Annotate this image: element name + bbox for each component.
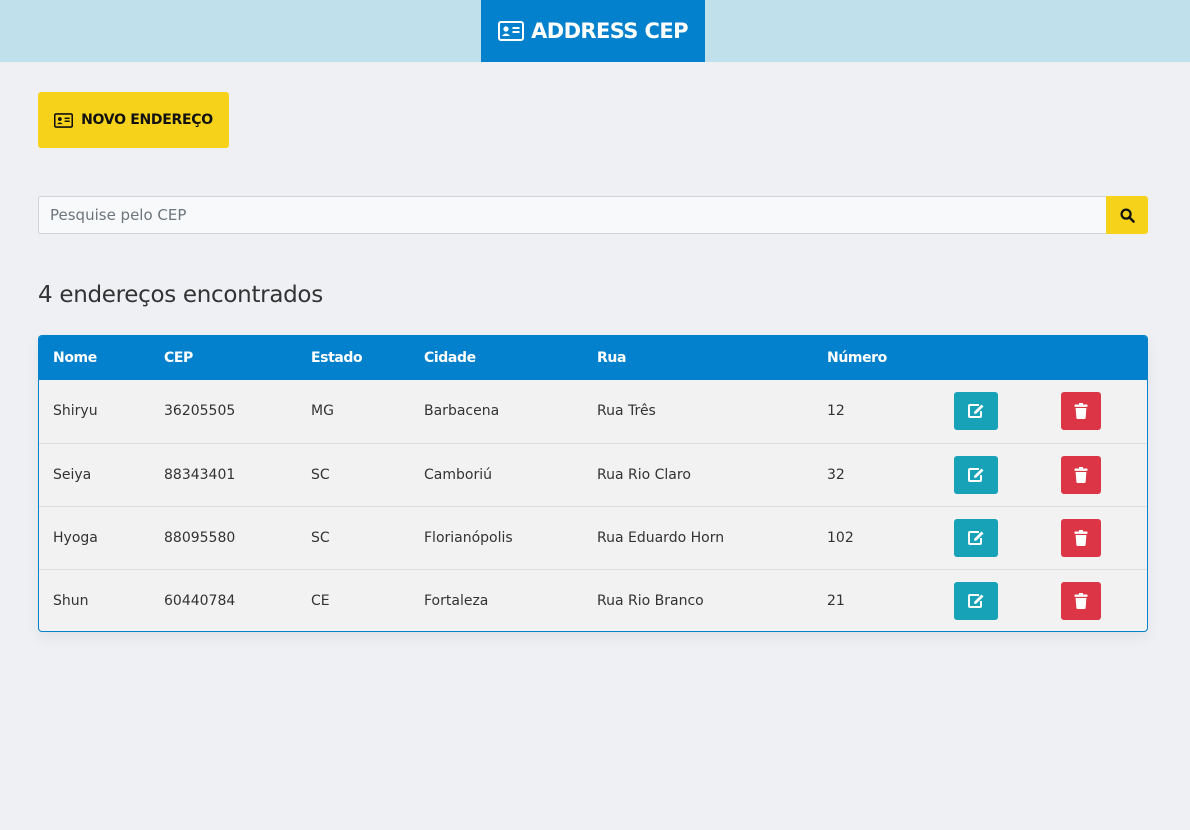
- brand-title[interactable]: ADDRESS CEP: [481, 0, 705, 62]
- header-cep: CEP: [164, 350, 193, 366]
- cell-cidade: Florianópolis: [424, 529, 513, 546]
- edit-button[interactable]: [954, 581, 998, 620]
- header-estado: Estado: [311, 350, 363, 366]
- cell-nome: Shun: [53, 592, 89, 609]
- new-address-button[interactable]: NOVO ENDEREÇO: [38, 92, 229, 148]
- cell-rua: Rua Eduardo Horn: [597, 529, 725, 546]
- cell-nome: Hyoga: [53, 529, 98, 546]
- table-row: Shun 60440784 CE Fortaleza Rua Rio Branc…: [39, 569, 1147, 631]
- edit-button[interactable]: [954, 455, 998, 494]
- header-cidade: Cidade: [424, 350, 476, 366]
- new-address-label: NOVO ENDEREÇO: [81, 112, 213, 128]
- trash-icon: [1074, 592, 1088, 609]
- trash-icon: [1074, 529, 1088, 546]
- results-count-title: 4 endereços encontrados: [38, 282, 323, 308]
- delete-button[interactable]: [1061, 455, 1101, 494]
- cell-numero: 12: [827, 403, 845, 420]
- table-row: Shiryu 36205505 MG Barbacena Rua Três 12: [39, 380, 1147, 443]
- cell-cep: 36205505: [164, 403, 236, 420]
- search-input[interactable]: [38, 196, 1106, 234]
- cell-cidade: Barbacena: [424, 403, 500, 420]
- table-header-row: Nome CEP Estado Cidade Rua Número: [39, 336, 1147, 380]
- cell-cep: 88343401: [164, 466, 236, 483]
- header-delete: [1061, 336, 1147, 380]
- edit-icon: [967, 403, 985, 419]
- cell-numero: 102: [827, 529, 854, 546]
- cell-numero: 32: [827, 466, 845, 483]
- header-rua: Rua: [597, 350, 626, 366]
- cell-numero: 21: [827, 592, 845, 609]
- cell-cidade: Fortaleza: [424, 592, 489, 609]
- cell-nome: Shiryu: [53, 403, 98, 420]
- edit-icon: [967, 530, 985, 546]
- table-row: Hyoga 88095580 SC Florianópolis Rua Edua…: [39, 506, 1147, 569]
- trash-icon: [1074, 466, 1088, 483]
- cell-cep: 60440784: [164, 592, 236, 609]
- cell-estado: MG: [311, 403, 334, 420]
- address-card-icon: [498, 21, 525, 41]
- cell-nome: Seiya: [53, 466, 92, 483]
- address-card-icon: [54, 112, 74, 128]
- delete-button[interactable]: [1061, 518, 1101, 557]
- search-button[interactable]: [1106, 196, 1148, 234]
- search-bar: [38, 196, 1148, 234]
- edit-icon: [967, 467, 985, 483]
- trash-icon: [1074, 403, 1088, 420]
- edit-button[interactable]: [954, 518, 998, 557]
- cell-rua: Rua Rio Branco: [597, 592, 704, 609]
- cell-rua: Rua Três: [597, 403, 656, 420]
- header-numero: Número: [827, 350, 887, 366]
- top-bar: ADDRESS CEP: [0, 0, 1190, 62]
- cell-cidade: Camboriú: [424, 466, 492, 483]
- delete-button[interactable]: [1061, 392, 1101, 431]
- header-nome: Nome: [53, 350, 97, 366]
- cell-cep: 88095580: [164, 529, 236, 546]
- address-table-card: Nome CEP Estado Cidade Rua Número Shiryu…: [38, 335, 1148, 632]
- table-row: Seiya 88343401 SC Camboriú Rua Rio Claro…: [39, 443, 1147, 506]
- edit-icon: [967, 593, 985, 609]
- header-edit: [954, 336, 1061, 380]
- delete-button[interactable]: [1061, 581, 1101, 620]
- cell-estado: SC: [311, 529, 330, 546]
- brand-label: ADDRESS CEP: [531, 19, 688, 43]
- search-icon: [1119, 207, 1135, 223]
- cell-rua: Rua Rio Claro: [597, 466, 691, 483]
- address-table: Nome CEP Estado Cidade Rua Número Shiryu…: [39, 336, 1147, 631]
- cell-estado: CE: [311, 592, 330, 609]
- edit-button[interactable]: [954, 392, 998, 431]
- cell-estado: SC: [311, 466, 330, 483]
